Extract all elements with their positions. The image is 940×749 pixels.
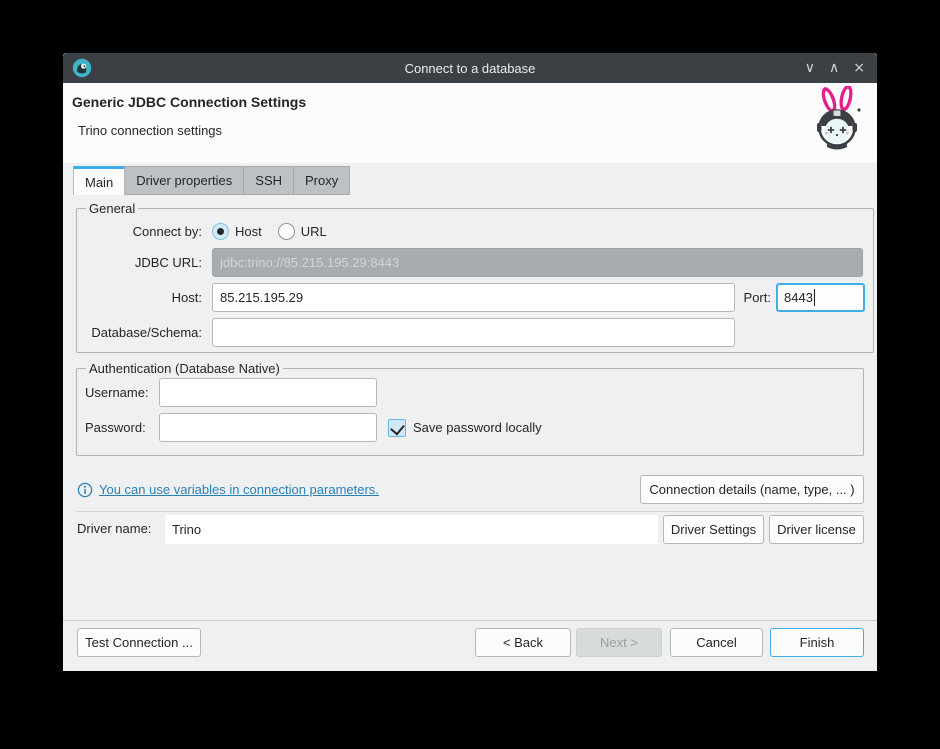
cancel-button[interactable]: Cancel [670,628,763,657]
jdbc-url-row: JDBC URL: [85,248,865,277]
close-icon[interactable]: × [853,61,865,75]
host-radio[interactable] [212,223,229,240]
jdbc-url-input [212,248,863,277]
port-label: Port: [740,290,771,305]
info-icon [77,482,93,498]
maximize-icon[interactable]: ∧ [829,61,839,75]
host-radio-label[interactable]: Host [235,224,262,239]
database-label: Database/Schema: [85,325,202,340]
variables-link[interactable]: You can use variables in connection para… [99,482,379,497]
footer-separator [63,620,877,621]
general-legend: General [86,201,138,216]
url-radio[interactable] [278,223,295,240]
test-connection-button[interactable]: Test Connection ... [77,628,201,657]
general-group: General Connect by: Host URL JDBC URL: H… [76,201,874,353]
trino-rabbit-logo [809,86,867,156]
connect-by-label: Connect by: [85,224,202,239]
finish-button[interactable]: Finish [770,628,864,657]
password-row: Password: Save password locally [85,413,855,442]
database-row: Database/Schema: [85,318,865,347]
variables-info-row: You can use variables in connection para… [77,475,379,504]
wizard-header: Generic JDBC Connection Settings Trino c… [63,83,877,163]
text-caret [814,289,815,306]
tab-label: Proxy [305,173,338,188]
minimize-icon[interactable]: ∨ [805,61,815,75]
tab-driver-properties[interactable]: Driver properties [124,166,244,195]
authentication-group: Authentication (Database Native) Usernam… [76,361,864,456]
page-title: Generic JDBC Connection Settings [72,94,306,110]
database-input[interactable] [212,318,735,347]
driver-name-label: Driver name: [77,521,151,536]
back-button[interactable]: < Back [475,628,571,657]
host-input[interactable] [212,283,735,312]
driver-name-field: Trino [165,515,658,544]
connect-database-dialog: Connect to a database ∨ ∧ × Generic JDBC… [63,53,877,671]
tab-ssh[interactable]: SSH [243,166,294,195]
tab-main[interactable]: Main [73,166,125,195]
driver-license-button[interactable]: Driver license [769,515,864,544]
driver-name-value: Trino [172,522,201,537]
tab-proxy[interactable]: Proxy [293,166,350,195]
driver-row: Driver name: Trino Driver Settings Drive… [63,515,877,544]
window-controls: ∨ ∧ × [805,61,877,75]
connect-by-row: Connect by: Host URL [85,220,865,242]
host-label: Host: [85,290,202,305]
tab-label: Driver properties [136,173,232,188]
password-label: Password: [85,420,151,435]
tab-bar: Main Driver properties SSH Proxy [73,166,350,195]
driver-settings-button[interactable]: Driver Settings [663,515,764,544]
port-input[interactable]: 8443 [776,283,865,312]
username-row: Username: [85,378,855,407]
port-value: 8443 [784,290,813,305]
titlebar[interactable]: Connect to a database ∨ ∧ × [63,53,877,83]
next-button: Next > [576,628,662,657]
save-password-label[interactable]: Save password locally [413,420,542,435]
window-title: Connect to a database [63,61,877,76]
authentication-legend: Authentication (Database Native) [86,361,283,376]
tab-label: Main [85,175,113,190]
username-label: Username: [85,385,151,400]
save-password-checkbox[interactable] [388,419,406,437]
page-subtitle: Trino connection settings [78,123,222,138]
section-divider [76,511,864,512]
password-input[interactable] [159,413,377,442]
connection-details-button[interactable]: Connection details (name, type, ... ) [640,475,864,504]
jdbc-url-label: JDBC URL: [85,255,202,270]
username-input[interactable] [159,378,377,407]
tab-label: SSH [255,173,282,188]
host-row: Host: Port: 8443 [85,283,865,312]
url-radio-label[interactable]: URL [301,224,327,239]
